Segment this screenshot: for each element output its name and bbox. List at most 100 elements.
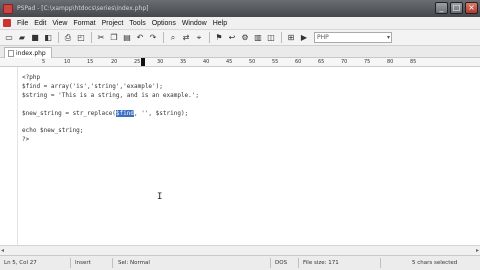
status-file-size: File size: 171 [303,260,339,266]
status-separator [70,258,71,268]
wrap-icon[interactable]: ↩ [226,32,238,44]
selected-text: $find [115,109,134,117]
status-format: DOS [275,260,288,266]
toolbar-separator [209,32,210,43]
tab-label: index.php [16,49,46,57]
save-all-icon[interactable]: ◧ [42,32,54,44]
status-position: Ln 5, Col 27 [4,260,37,266]
menu-help[interactable]: Help [210,20,230,27]
code-line: <?php [22,74,41,81]
code-line: $find = array('is','string','example'); [22,82,163,90]
paste-icon[interactable]: ▤ [121,32,133,44]
status-selection-mode: Sel: Normal [118,260,150,266]
cut-icon[interactable]: ✂ [95,32,107,44]
ruler-mark: 5 [42,59,46,65]
menu-window[interactable]: Window [179,20,210,27]
toolbar-separator [281,32,282,43]
ruler-mark: 50 [249,59,256,65]
redo-icon[interactable]: ↷ [147,32,159,44]
file-icon [8,49,14,57]
ruler-mark: 25 [134,59,141,65]
mouse-ibeam-cursor-icon: I [157,192,163,202]
status-bar: Ln 5, Col 27 Insert Sel: Normal DOS File… [0,255,480,270]
syntax-value: PHP [317,34,329,41]
menu-project[interactable]: Project [99,20,127,27]
ruler-mark: 85 [410,59,417,65]
code-line: $string = 'This is a string, and is an e… [22,91,200,99]
copy-icon[interactable]: ❐ [108,32,120,44]
code-text: $new_string = str_replace( [22,109,116,117]
ruler-mark: 65 [318,59,325,65]
horizontal-scrollbar[interactable]: ◂ ▸ [0,245,480,255]
status-separator [380,258,381,268]
toolbar: ▭ ▰ ■ ◧ ⎙ ◰ ✂ ❐ ▤ ↶ ↷ ⌕ ⇄ ⌖ ⚑ ↩ ⚙ ▥ ◫ ⊞ … [0,30,480,46]
toolbar-separator [91,32,92,43]
preview-icon[interactable]: ◰ [75,32,87,44]
minimize-button[interactable]: _ [435,2,448,14]
maximize-button[interactable]: □ [450,2,463,14]
menu-format[interactable]: Format [70,20,98,27]
find-in-files-icon[interactable]: ⌖ [193,32,205,44]
close-button[interactable]: × [465,2,478,14]
menu-edit[interactable]: Edit [31,20,49,27]
window-title: PSPad - [C:\xampp\htdocs\series\index.ph… [17,5,149,12]
ruler-mark: 15 [87,59,94,65]
undo-icon[interactable]: ↶ [134,32,146,44]
toolbar-separator [58,32,59,43]
document-menu-icon[interactable] [3,19,11,27]
tab-index-php[interactable]: index.php [4,47,52,58]
ruler: 5 10 15 20 25 30 35 40 45 50 55 60 65 70… [0,58,480,67]
code-editor[interactable]: <?php $find = array('is','string','examp… [0,67,480,255]
new-file-icon[interactable]: ▭ [3,32,15,44]
syntax-highlighter-select[interactable]: PHP ▾ [314,32,392,43]
ruler-mark: 75 [364,59,371,65]
ruler-mark: 45 [226,59,233,65]
chevron-down-icon: ▾ [386,34,390,41]
search-icon[interactable]: ⌕ [167,32,179,44]
print-icon[interactable]: ⎙ [62,32,74,44]
status-separator [112,258,113,268]
ruler-mark: 10 [64,59,71,65]
status-mode: Insert [75,260,91,266]
toggle-icon[interactable]: ◫ [265,32,277,44]
app-icon [3,3,13,14]
open-folder-icon[interactable]: ▰ [16,32,28,44]
bookmark-icon[interactable]: ⚑ [213,32,225,44]
status-chars-selected: 5 chars selected [412,260,458,266]
replace-icon[interactable]: ⇄ [180,32,192,44]
columns-icon[interactable]: ▥ [252,32,264,44]
scroll-left-icon[interactable]: ◂ [1,247,4,254]
ruler-cursor-marker [141,58,145,66]
menu-options[interactable]: Options [149,20,179,27]
ruler-mark: 55 [272,59,279,65]
scroll-right-icon[interactable]: ▸ [476,247,479,254]
tab-bar: index.php [0,46,480,58]
menu-tools[interactable]: Tools [126,20,148,27]
save-icon[interactable]: ■ [29,32,41,44]
title-bar: PSPad - [C:\xampp\htdocs\series\index.ph… [0,0,480,17]
ruler-mark: 35 [180,59,187,65]
settings-icon[interactable]: ⚙ [239,32,251,44]
ruler-mark: 40 [203,59,210,65]
ruler-mark: 70 [341,59,348,65]
code-line-replace: $new_string = str_replace($find, '', $st… [22,109,199,119]
ruler-mark: 60 [295,59,302,65]
menu-view[interactable]: View [49,20,70,27]
ruler-mark: 30 [157,59,164,65]
line-gutter [0,67,18,255]
status-separator [270,258,271,268]
code-text: , '', $string); [133,109,189,117]
menu-bar: File Edit View Format Project Tools Opti… [0,17,480,30]
code-line: ?> [22,136,30,144]
code-line: echo $new_string; [22,127,84,135]
code-area[interactable]: <?php $find = array('is','string','examp… [22,74,199,145]
status-separator [298,258,299,268]
code-explorer-icon[interactable]: ⊞ [285,32,297,44]
ruler-mark: 20 [111,59,118,65]
window-controls: _ □ × [435,2,478,14]
toolbar-separator [163,32,164,43]
run-icon[interactable]: ▶ [298,32,310,44]
menu-file[interactable]: File [14,20,31,27]
